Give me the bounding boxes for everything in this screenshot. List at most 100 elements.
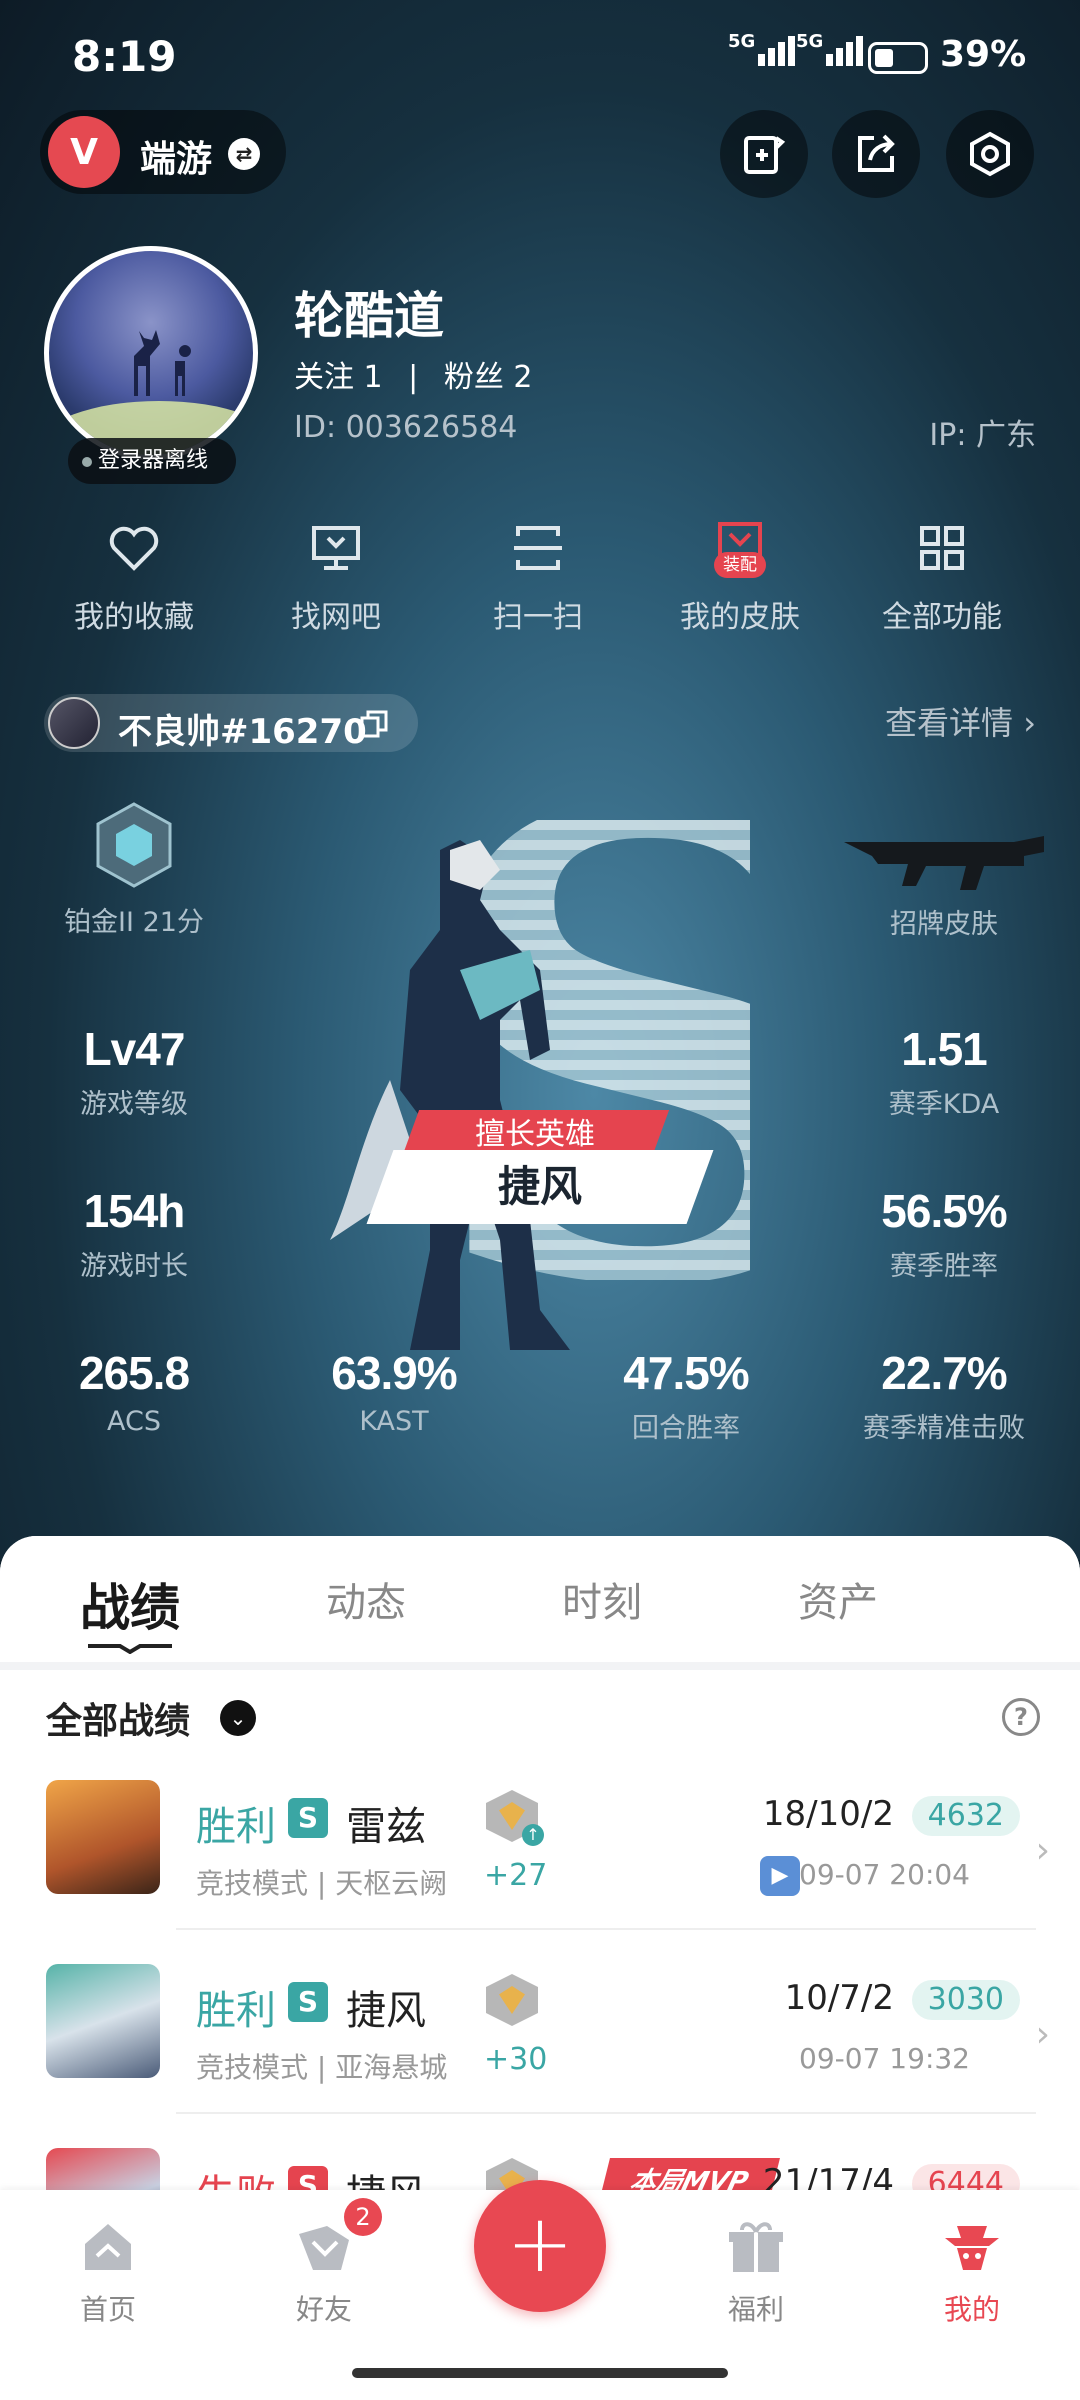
signal-1-icon: 5G <box>728 31 796 66</box>
battery-icon <box>868 42 928 74</box>
equip-tag: 装配 <box>714 552 766 578</box>
rank-label: 铂金II 21分 <box>64 907 204 938</box>
swap-icon: ⇄ <box>228 138 260 170</box>
match-result: 胜利 <box>196 1988 276 2034</box>
follow-divider: | <box>408 360 419 395</box>
status-bar: 8:19 5G 5G 39% <box>0 0 1080 110</box>
rank-points: +30 <box>484 2042 548 2077</box>
winrate-stat: 56.5% 赛季胜率 <box>824 1184 1064 1283</box>
nav-home[interactable]: 首页 <box>38 2216 178 2328</box>
chevron-right-icon: › <box>1035 1830 1050 1871</box>
rank-up-icon: ↑ <box>522 1824 544 1846</box>
riot-id: 不良帅#16270 <box>118 712 367 752</box>
help-icon[interactable]: ? <box>1002 1698 1040 1736</box>
nav-welfare[interactable]: 福利 <box>686 2216 826 2328</box>
hours-stat: 154h 游戏时长 <box>14 1184 254 1283</box>
view-details-link[interactable]: 查看详情 › <box>885 698 1036 744</box>
chevron-down-icon[interactable]: ⌄ <box>220 1700 256 1736</box>
row-divider <box>176 2112 1036 2114</box>
best-hero-name[interactable]: 捷风 <box>366 1150 714 1224</box>
followers-count[interactable]: 粉丝 2 <box>444 360 533 395</box>
level-label: 游戏等级 <box>80 1089 188 1120</box>
tab-moments[interactable]: 时刻 <box>562 1570 642 1628</box>
func-favorites[interactable]: 我的收藏 <box>44 518 224 636</box>
signal-1-label: 5G <box>728 31 756 52</box>
rank-badge-icon <box>486 1974 538 2026</box>
round-win-label: 回合胜率 <box>632 1413 740 1444</box>
copy-icon[interactable] <box>358 708 390 740</box>
rank-points: +27 <box>484 1858 548 1893</box>
agent-jett-avatar <box>46 1964 160 2078</box>
avatar[interactable] <box>44 246 258 460</box>
nav-me[interactable]: 我的 <box>902 2216 1042 2328</box>
func-label: 我的皮肤 <box>680 600 800 635</box>
tab-feed[interactable]: 动态 <box>326 1570 406 1628</box>
match-kda: 10/7/2 <box>784 1978 894 2018</box>
skin-stat[interactable]: 招牌皮肤 <box>824 812 1064 941</box>
tab-assets[interactable]: 资产 <box>798 1570 878 1628</box>
home-icon <box>85 2224 131 2270</box>
hours-label: 游戏时长 <box>80 1251 188 1282</box>
nav-home-label: 首页 <box>79 2293 136 2326</box>
match-row[interactable]: 胜利 S 捷风 竞技模式 | 亚海悬城 +30 10/7/2 3030 09-0… <box>0 1964 1080 2148</box>
follow-counts[interactable]: 关注 1 | 粉丝 2 <box>294 352 532 396</box>
acs-value: 265.8 <box>78 1347 190 1399</box>
acs-stat: 265.8 ACS <box>14 1346 254 1437</box>
match-date: 09-07 20:04 <box>799 1858 970 1891</box>
following-count[interactable]: 关注 1 <box>294 360 383 395</box>
match-score: 4632 <box>911 1796 1020 1836</box>
headshot-label: 赛季精准击败 <box>863 1413 1025 1444</box>
func-scan[interactable]: 扫一扫 <box>448 518 628 636</box>
clock: 8:19 <box>72 32 177 81</box>
friends-badge: 2 <box>344 2198 382 2236</box>
card-edit-icon <box>744 136 786 174</box>
share-button[interactable] <box>832 110 920 198</box>
match-mode: 竞技模式 | 亚海悬城 <box>196 2051 448 2084</box>
launcher-status-badge: 登录器离线 <box>68 438 236 484</box>
battery-percent: 39% <box>940 34 1027 75</box>
video-icon[interactable]: ▶ <box>760 1856 800 1896</box>
add-card-button[interactable] <box>720 110 808 198</box>
riot-avatar <box>48 697 100 749</box>
profile-hat-icon <box>945 2226 999 2270</box>
record-filter[interactable]: 全部战绩 <box>46 1692 190 1744</box>
kast-label: KAST <box>359 1406 429 1437</box>
share-icon <box>858 134 895 172</box>
kda-value: 1.51 <box>901 1023 988 1075</box>
tab-record[interactable]: 战绩 <box>80 1568 180 1640</box>
winrate-value: 56.5% <box>881 1185 1007 1237</box>
profile-hero: 8:19 5G 5G 39% V 端游 ⇄ 登录器离线 轮酷道 关注 1 | 粉… <box>0 0 1080 1560</box>
nav-welfare-label: 福利 <box>727 2293 784 2326</box>
gift-icon <box>729 2222 783 2272</box>
tab-indicator-icon <box>88 1644 172 1654</box>
kda-stat: 1.51 赛季KDA <box>824 1022 1064 1121</box>
chevron-right-icon: › <box>1035 2014 1050 2055</box>
acs-label: ACS <box>107 1406 161 1437</box>
skin-icon: 装配 <box>710 518 770 578</box>
agent-raze-avatar <box>46 1780 160 1894</box>
func-all[interactable]: 全部功能 <box>852 518 1032 636</box>
kda-label: 赛季KDA <box>888 1089 1000 1120</box>
func-netcafe[interactable]: 找网吧 <box>246 518 426 636</box>
match-result: 胜利 <box>196 1804 276 1850</box>
match-row[interactable]: 胜利 S 雷兹 竞技模式 | 天枢云阙 ↑ +27 18/10/2 4632 ▶… <box>0 1780 1080 1964</box>
func-skins[interactable]: 装配 我的皮肤 <box>650 518 830 636</box>
ip-location: IP: 广东 <box>929 418 1036 453</box>
s-badge: S <box>288 1798 328 1838</box>
user-name: 轮酷道 <box>294 287 444 345</box>
platinum-rank-icon <box>96 802 172 888</box>
hours-value: 154h <box>83 1185 186 1237</box>
add-post-button[interactable]: + <box>474 2180 606 2312</box>
riot-account-pill[interactable]: 不良帅#16270 <box>44 694 418 752</box>
settings-button[interactable] <box>946 110 1034 198</box>
skin-label: 招牌皮肤 <box>890 909 998 940</box>
signal-2-icon: 5G <box>796 31 864 66</box>
winrate-label: 赛季胜率 <box>890 1251 998 1282</box>
rank-stat[interactable]: 铂金II 21分 <box>14 800 254 939</box>
match-hero: 雷兹 <box>346 1804 426 1850</box>
mode-switch[interactable]: V 端游 ⇄ <box>40 110 286 194</box>
home-indicator[interactable] <box>352 2368 728 2378</box>
level-value: Lv47 <box>83 1023 186 1075</box>
heart-icon <box>109 526 159 571</box>
section-divider <box>0 1662 1080 1670</box>
